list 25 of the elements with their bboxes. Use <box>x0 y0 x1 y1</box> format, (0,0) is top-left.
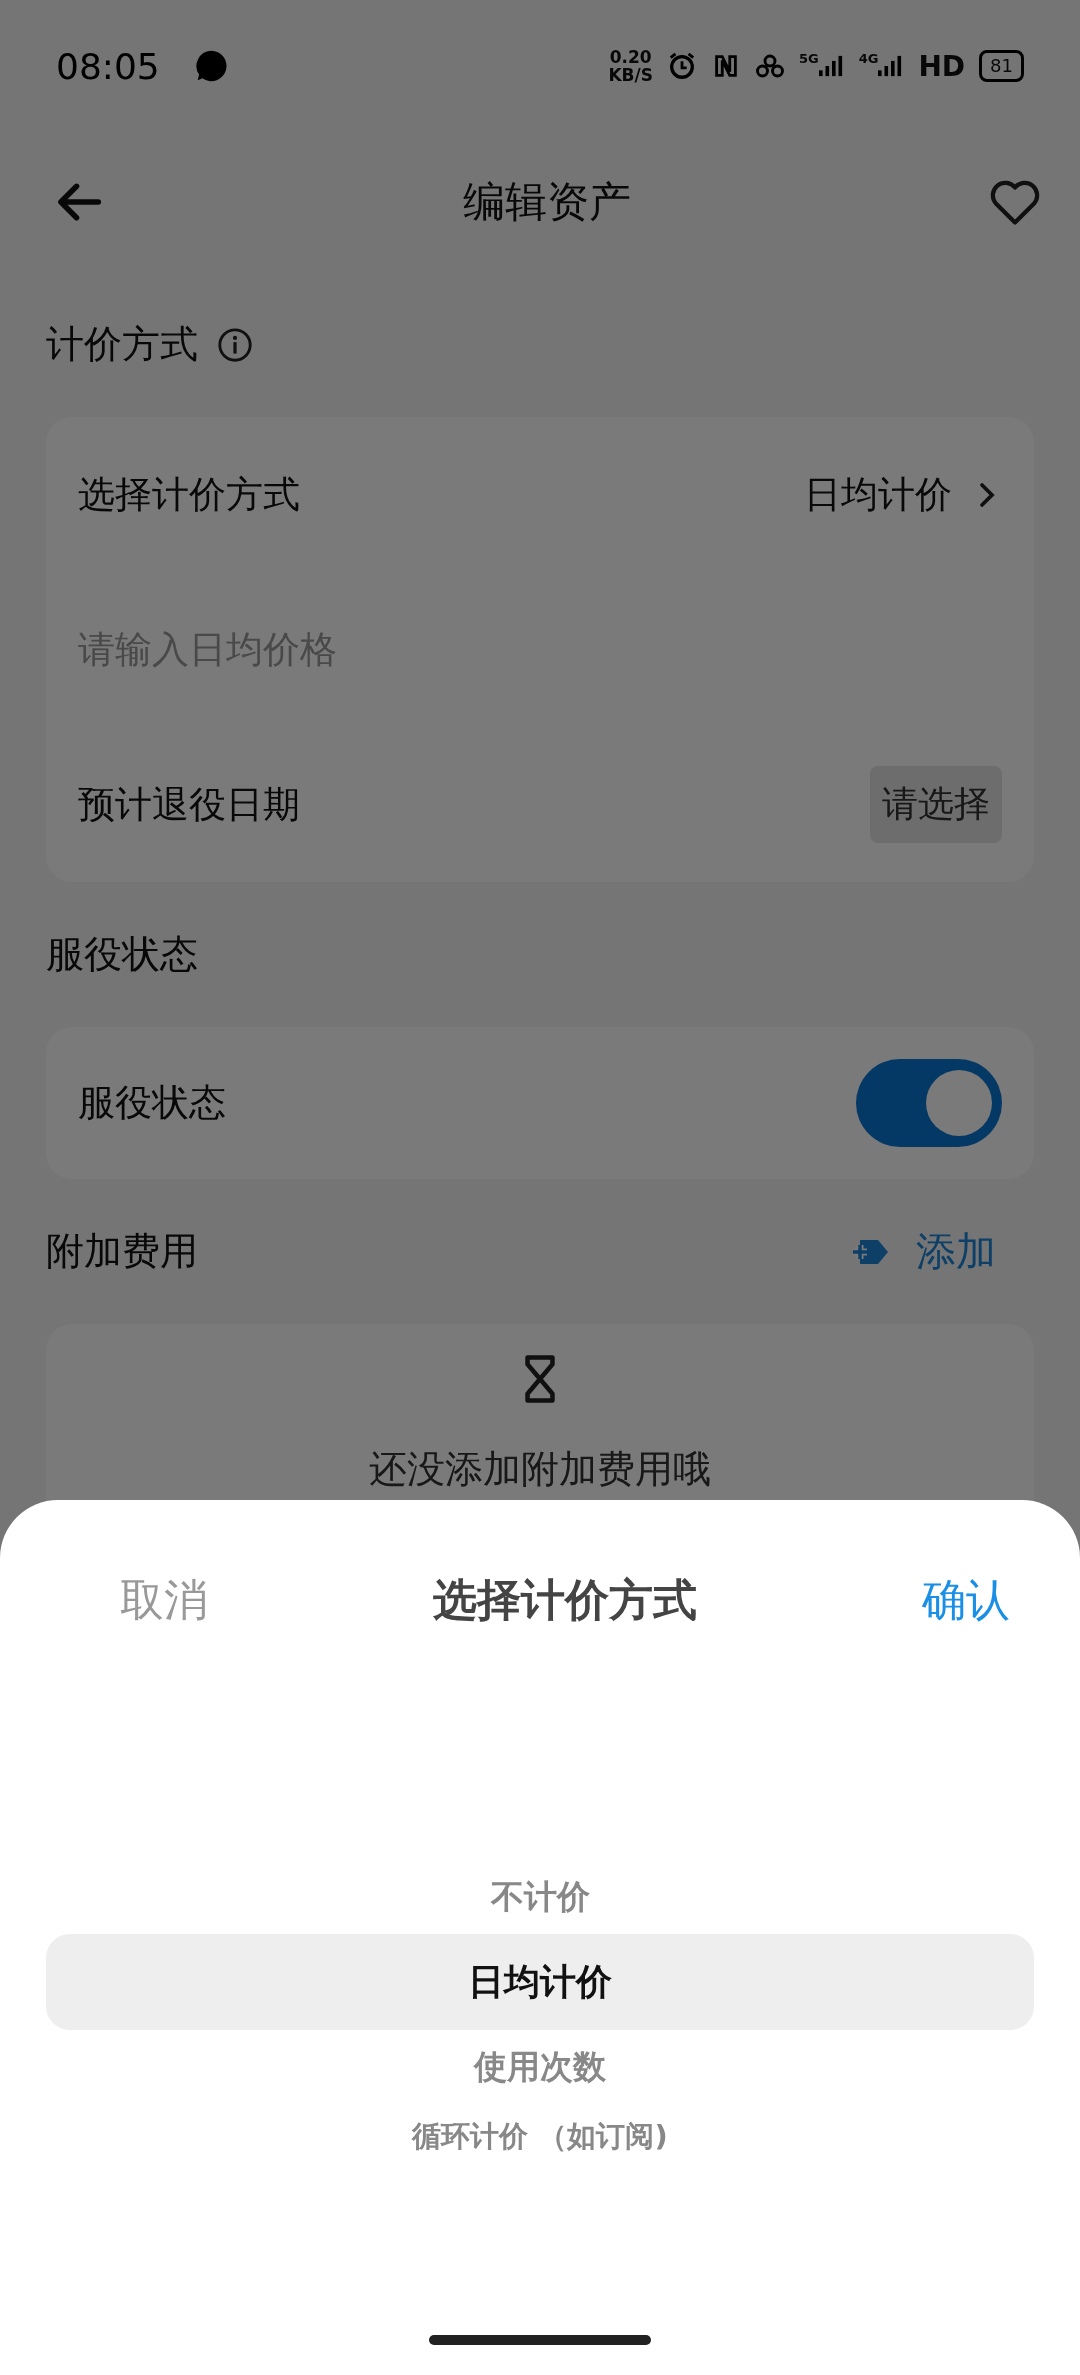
section-title: 服役状态 <box>46 931 198 978</box>
pricing-method-row[interactable]: 选择计价方式 日均计价 <box>78 417 1002 572</box>
info-icon[interactable] <box>216 325 254 364</box>
date-picker-button[interactable]: 请选择 <box>870 766 1002 843</box>
hd-indicator: HD <box>918 49 966 83</box>
section-title: 计价方式 <box>46 321 198 368</box>
picker-option[interactable]: 日均计价 <box>46 1934 1034 2030</box>
hourglass-icon <box>523 1354 557 1404</box>
battery-indicator: 81 <box>979 50 1024 82</box>
row-label: 服役状态 <box>78 1080 226 1126</box>
signal-indicator: 4G <box>858 51 905 81</box>
page-title: 编辑资产 <box>462 176 632 228</box>
status-time: 08:05 <box>56 45 160 87</box>
picker-option[interactable]: 使用次数 <box>46 2030 1034 2104</box>
signal-indicator: 5G <box>798 51 845 81</box>
cancel-button[interactable]: 取消 <box>120 1570 208 1630</box>
picker-option[interactable]: 循环计价 （如订阅) <box>46 2104 1034 2170</box>
add-button[interactable]: 添加 <box>850 1224 1034 1279</box>
section-title: 附加费用 <box>46 1228 198 1275</box>
sheet-title: 选择计价方式 <box>433 1572 697 1627</box>
picker-option[interactable]: 不计价 <box>46 1860 1034 1934</box>
confirm-button[interactable]: 确认 <box>922 1570 1010 1630</box>
row-label: 预计退役日期 <box>78 781 300 828</box>
empty-message: 还没添加附加费用哦 <box>369 1446 711 1493</box>
network-speed: 0.20 KB/S <box>608 48 653 84</box>
